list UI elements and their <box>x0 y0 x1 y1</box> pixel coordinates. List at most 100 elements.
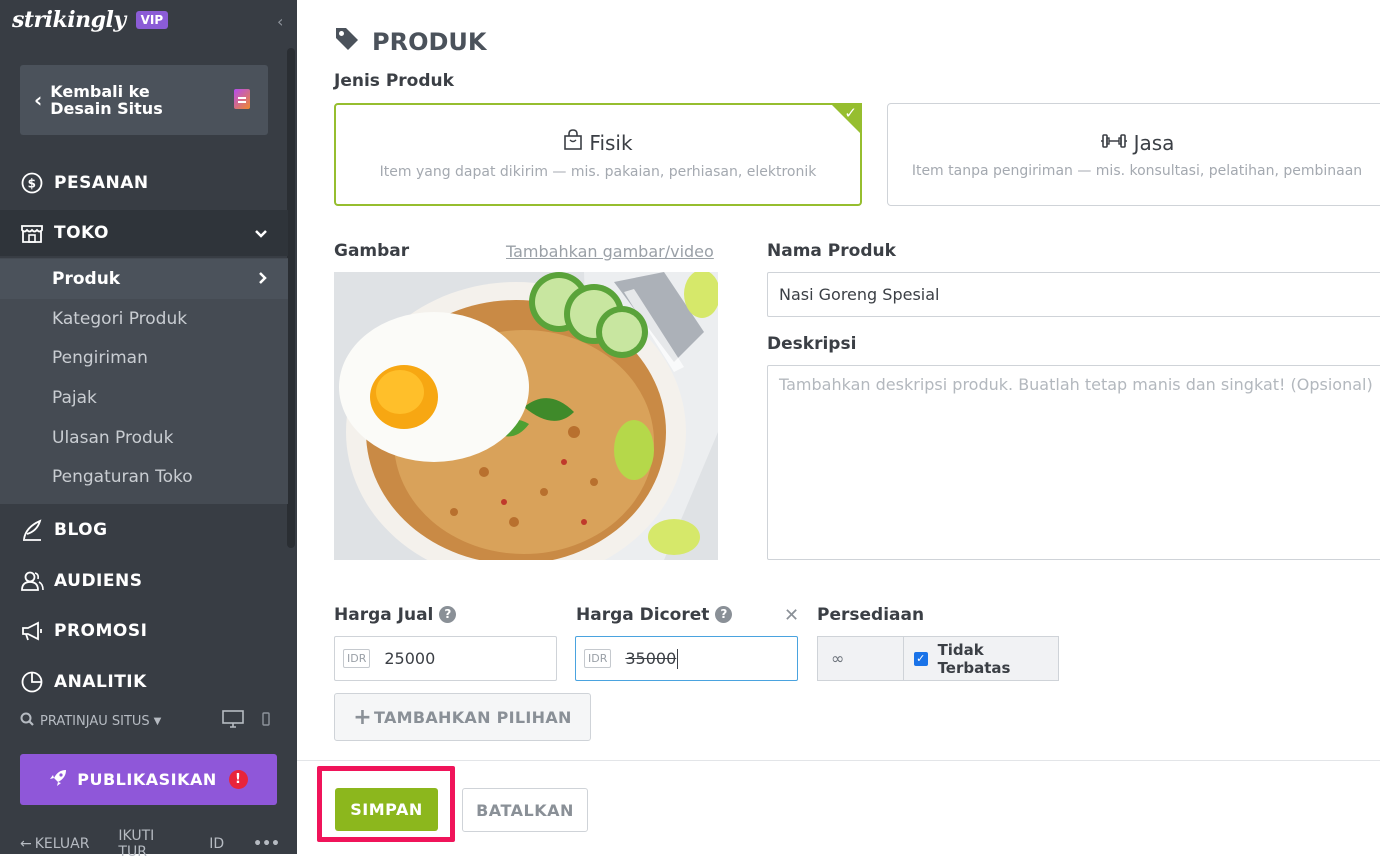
mobile-preview-icon[interactable] <box>262 712 270 730</box>
nav-pesanan[interactable]: $ PESANAN <box>0 160 288 206</box>
preview-site-dropdown[interactable]: PRATINJAU SITUS <box>40 714 150 729</box>
chevron-left-icon: ‹ <box>34 88 43 112</box>
sidebar-item-kategori-produk[interactable]: Kategori Produk <box>0 299 288 339</box>
add-media-link[interactable]: Tambahkan gambar/video <box>506 242 714 261</box>
text-cursor <box>677 648 679 669</box>
plus-icon: + <box>353 704 372 730</box>
sidebar-footer: ← KELUAR IKUTI TUR ID ••• <box>20 828 280 860</box>
publish-button[interactable]: PUBLIKASIKAN ! <box>20 754 277 805</box>
type-name-text: Fisik <box>589 130 633 155</box>
chevron-down-icon <box>254 224 268 243</box>
search-icon <box>20 712 34 730</box>
collapse-sidebar-icon[interactable]: ‹ <box>277 12 283 31</box>
language-selector[interactable]: ID <box>209 836 224 852</box>
price-input[interactable]: IDR 25000 <box>334 636 557 681</box>
help-icon[interactable]: ? <box>439 605 457 623</box>
product-image[interactable] <box>334 272 718 560</box>
nav-toko-label: TOKO <box>54 223 109 243</box>
nav-pesanan-label: PESANAN <box>54 173 149 193</box>
add-option-label: TAMBAHKAN PILIHAN <box>373 707 572 727</box>
type-description: Item tanpa pengiriman — mis. konsultasi,… <box>911 162 1363 179</box>
caret-down-icon: ▼ <box>153 715 162 727</box>
store-icon <box>20 221 44 245</box>
sidebar-item-label: Produk <box>52 269 121 289</box>
sidebar-item-label: Kategori Produk <box>52 309 188 329</box>
type-name: Fisik <box>563 129 633 156</box>
stock-input[interactable]: ∞ <box>817 636 903 681</box>
strikingly-logo[interactable]: strikingly <box>12 7 126 33</box>
type-card-fisik[interactable]: ✓ Fisik Item yang dapat dikirim — mis. p… <box>334 103 862 206</box>
rocket-icon <box>49 769 67 791</box>
sidebar-item-pajak[interactable]: Pajak <box>0 378 288 418</box>
nav-toko[interactable]: TOKO <box>0 210 288 256</box>
logo-row: strikingly VIP <box>12 4 169 36</box>
check-icon: ✓ <box>844 104 857 122</box>
action-bar: SIMPAN BATALKAN <box>297 760 1380 854</box>
sidebar-item-label: Pajak <box>52 388 97 408</box>
arrow-left-icon: ← <box>20 836 32 852</box>
nav-analitik[interactable]: ANALITIK <box>0 659 288 705</box>
dumbbell-icon <box>1100 131 1128 155</box>
sidebar-scrollbar[interactable] <box>287 48 295 548</box>
product-name-input[interactable]: Nasi Goreng Spesial <box>767 272 1380 317</box>
back-to-site-design-button[interactable]: ‹ Kembali ke Desain Situs <box>20 65 268 135</box>
pie-chart-icon <box>20 670 44 694</box>
desktop-preview-icon[interactable] <box>222 710 244 732</box>
nav-blog[interactable]: BLOG <box>0 507 288 553</box>
sidebar-item-pengiriman[interactable]: Pengiriman <box>0 338 288 378</box>
users-icon <box>20 569 44 593</box>
image-label: Gambar <box>334 241 410 261</box>
sidebar: strikingly VIP ‹ ‹ Kembali ke Desain Sit… <box>0 0 297 860</box>
sidebar-item-pengaturan-toko[interactable]: Pengaturan Toko <box>0 457 288 497</box>
close-icon[interactable]: ✕ <box>784 605 799 626</box>
product-type-label: Jenis Produk <box>334 71 454 91</box>
logout-label: KELUAR <box>34 836 90 852</box>
nav-audiens-label: AUDIENS <box>54 571 143 591</box>
unlimited-toggle[interactable]: ✓ Tidak Terbatas <box>903 636 1059 681</box>
add-option-button[interactable]: + TAMBAHKAN PILIHAN <box>334 693 591 741</box>
strike-price-input[interactable]: IDR 35000 <box>575 636 798 681</box>
sidebar-item-produk[interactable]: Produk <box>0 259 288 299</box>
description-textarea[interactable]: Tambahkan deskripsi produk. Buatlah teta… <box>767 365 1380 560</box>
nav-audiens[interactable]: AUDIENS <box>0 558 288 604</box>
type-name-text: Jasa <box>1133 130 1175 155</box>
dollar-circle-icon: $ <box>20 171 44 195</box>
tour-link[interactable]: IKUTI TUR <box>118 828 180 860</box>
preview-row: PRATINJAU SITUS ▼ <box>20 710 270 732</box>
page-title: PRODUK <box>334 26 486 58</box>
nav-promosi-label: PROMOSI <box>54 621 148 641</box>
stock-control: ∞ ✓ Tidak Terbatas <box>817 636 1059 681</box>
product-editor: PRODUK Jenis Produk ✓ Fisik Item yang da… <box>297 0 1380 854</box>
chevron-right-icon <box>258 269 268 290</box>
megaphone-icon <box>20 619 44 643</box>
alert-badge: ! <box>228 770 248 789</box>
unlimited-label: Tidak Terbatas <box>937 640 1011 677</box>
shopping-bag-icon <box>563 129 583 156</box>
help-icon[interactable]: ? <box>715 605 733 623</box>
sidebar-item-ulasan-produk[interactable]: Ulasan Produk <box>0 418 288 458</box>
currency-badge: IDR <box>584 649 612 668</box>
nav-blog-label: BLOG <box>54 520 108 540</box>
nav-promosi[interactable]: PROMOSI <box>0 608 288 654</box>
vip-badge: VIP <box>135 11 169 29</box>
cancel-button[interactable]: BATALKAN <box>462 788 588 832</box>
type-name: Jasa <box>1100 130 1175 155</box>
unlimited-checkbox[interactable]: ✓ <box>914 651 928 666</box>
strike-price-value: 35000 <box>625 649 677 668</box>
stock-label: Persediaan <box>817 605 925 625</box>
type-card-jasa[interactable]: Jasa Item tanpa pengiriman — mis. konsul… <box>887 103 1380 206</box>
page-title-text: PRODUK <box>372 28 487 56</box>
sidebar-item-label: Pengiriman <box>52 348 148 368</box>
sidebar-item-label: Ulasan Produk <box>52 428 174 448</box>
type-description: Item yang dapat dikirim — mis. pakaian, … <box>379 164 817 180</box>
svg-text:$: $ <box>28 177 37 191</box>
more-icon[interactable]: ••• <box>253 836 280 852</box>
logout-link[interactable]: ← KELUAR <box>20 836 89 852</box>
strike-price-label: Harga Dicoret <box>576 605 710 625</box>
tag-icon <box>334 26 360 58</box>
product-name-label: Nama Produk <box>767 241 896 261</box>
back-to-site-design-label: Kembali ke Desain Situs <box>50 82 163 118</box>
nav-analitik-label: ANALITIK <box>54 672 147 692</box>
price-value: 25000 <box>384 649 436 668</box>
save-button[interactable]: SIMPAN <box>335 788 438 831</box>
